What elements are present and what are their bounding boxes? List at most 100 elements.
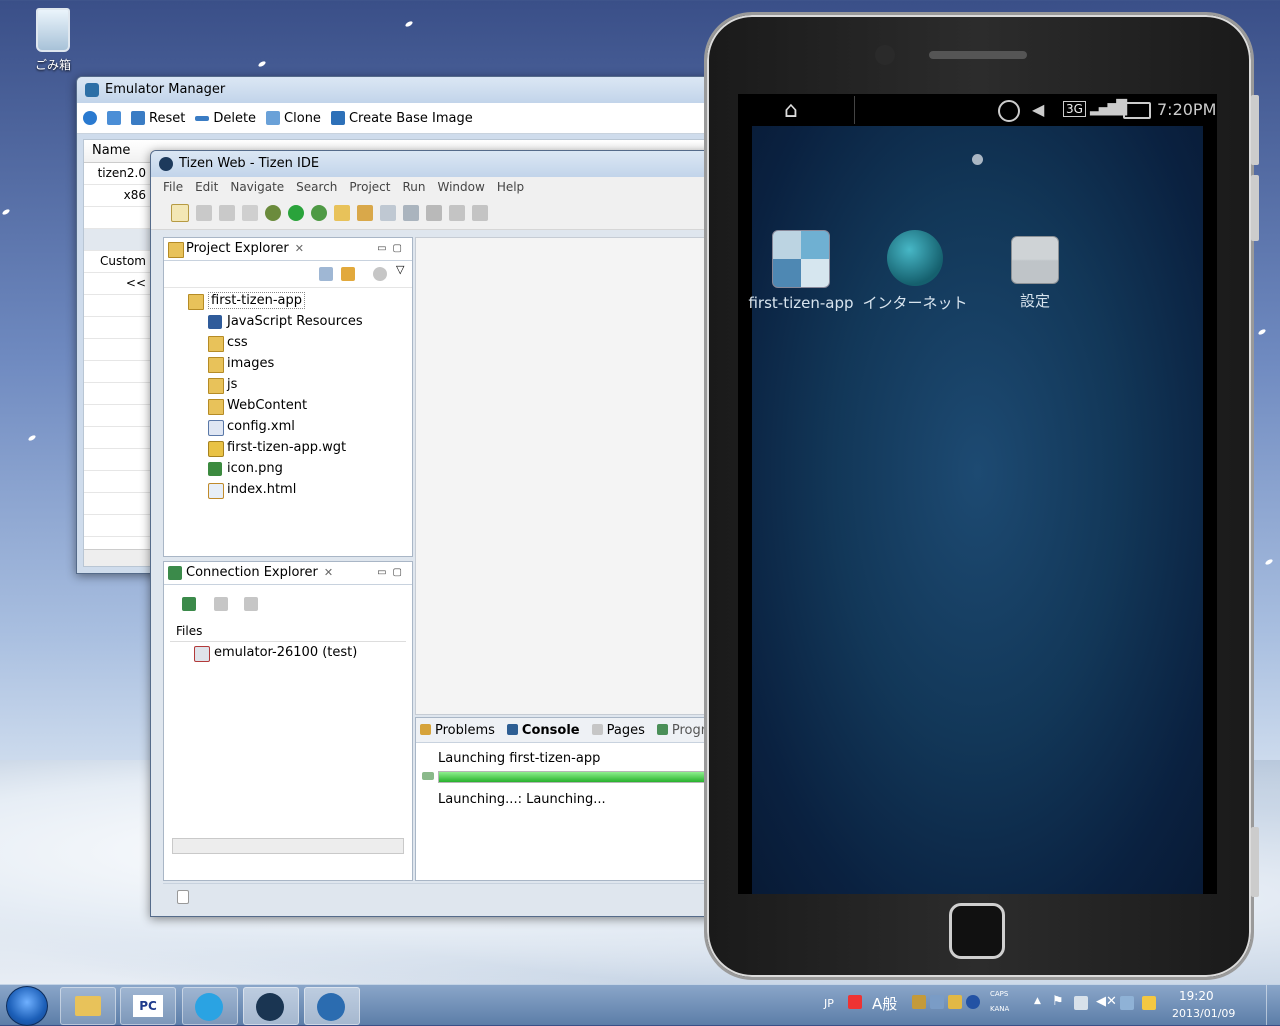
tree-item[interactable]: js <box>164 374 412 395</box>
volume-muted-icon[interactable]: ◀✕ <box>1096 994 1117 1009</box>
connection-horizontal-scrollbar[interactable] <box>172 838 404 854</box>
phone-homescreen[interactable]: first-tizen-app インターネット 設定 <box>748 126 1203 894</box>
phone-screen[interactable]: ⌂ ◀ 3G ▂▄▆█ 7:20PM first-tizen-app インターネ… <box>738 94 1217 894</box>
menu-help[interactable]: Help <box>491 180 530 194</box>
save-all-icon[interactable] <box>219 205 235 221</box>
tizen-ide-window[interactable]: Tizen Web - Tizen IDE File Edit Navigate… <box>150 150 732 917</box>
taskbar-tizen-ide[interactable] <box>243 987 299 1025</box>
print-icon[interactable] <box>242 205 258 221</box>
tree-item[interactable]: WebContent <box>164 395 412 416</box>
emulator-row[interactable]: x86 <box>84 185 150 207</box>
emulator-row[interactable]: tizen2.0 <box>84 163 150 185</box>
save-icon[interactable] <box>196 205 212 221</box>
tree-item[interactable]: css <box>164 332 412 353</box>
run-external-icon[interactable] <box>311 205 327 221</box>
clock-date[interactable]: 2013/01/09 <box>1172 1007 1235 1020</box>
clone-button[interactable]: Clone <box>266 111 321 126</box>
menu-file[interactable]: File <box>157 180 189 194</box>
network-icon[interactable] <box>1074 996 1088 1010</box>
delete-button[interactable]: Delete <box>195 111 256 126</box>
device-item[interactable]: emulator-26100 (test) <box>164 642 412 663</box>
fast-view-icon[interactable] <box>177 890 189 904</box>
volume-button[interactable] <box>1251 95 1259 165</box>
close-icon[interactable]: ✕ <box>295 242 304 255</box>
new-file-icon[interactable] <box>171 204 189 222</box>
wand-icon[interactable] <box>357 205 373 221</box>
horizontal-scrollbar[interactable] <box>84 549 150 566</box>
tab-project-explorer[interactable]: Project Explorer ✕ ▭▢ <box>164 238 412 261</box>
ime-tool-icon[interactable] <box>912 995 926 1009</box>
emulator-manager-titlebar[interactable]: Emulator Manager <box>77 77 717 103</box>
layout-icon[interactable] <box>380 205 396 221</box>
home-icon[interactable]: ⌂ <box>784 98 798 123</box>
connect-icon[interactable] <box>182 597 196 611</box>
camera-button[interactable] <box>1251 827 1259 897</box>
recycle-bin-desktop-icon[interactable]: ごみ箱 <box>28 8 78 73</box>
tree-item[interactable]: JavaScript Resources <box>164 311 412 332</box>
tree-item[interactable]: config.xml <box>164 416 412 437</box>
emulator-row[interactable]: Custom <box>84 251 150 273</box>
package-file-icon <box>208 441 224 457</box>
nav-prev-icon[interactable] <box>472 205 488 221</box>
open-folder-icon[interactable] <box>334 205 350 221</box>
package-icon[interactable] <box>426 205 442 221</box>
power-button[interactable] <box>1251 175 1259 241</box>
create-base-image-button[interactable]: Create Base Image <box>330 111 473 126</box>
ime-dictionary-icon[interactable] <box>930 995 944 1009</box>
view-menu-chevron-down-icon[interactable]: ▽ <box>396 263 404 276</box>
tab-problems[interactable]: Problems <box>416 723 501 738</box>
ime-pad-icon[interactable] <box>848 995 862 1009</box>
taskbar-skype[interactable] <box>182 987 238 1025</box>
show-hidden-icons-chevron-up-icon[interactable]: ▲ <box>1034 996 1041 1006</box>
collapse-all-icon[interactable] <box>319 267 333 281</box>
drive-icon[interactable] <box>1142 996 1156 1010</box>
menu-window[interactable]: Window <box>431 180 490 194</box>
taskbar-pc-app[interactable]: PC <box>120 987 176 1025</box>
app-settings[interactable]: 設定 <box>980 230 1090 311</box>
menu-edit[interactable]: Edit <box>189 180 224 194</box>
debug-icon[interactable] <box>265 205 281 221</box>
menu-navigate[interactable]: Navigate <box>224 180 290 194</box>
app-first-tizen-app[interactable]: first-tizen-app <box>746 230 856 312</box>
ime-settings-icon[interactable] <box>948 995 962 1009</box>
push-file-icon[interactable] <box>214 597 228 611</box>
help-icon[interactable] <box>966 995 980 1009</box>
tree-item[interactable]: first-tizen-app.wgt <box>164 437 412 458</box>
show-desktop-button[interactable] <box>1266 985 1280 1025</box>
nav-next-icon[interactable] <box>449 205 465 221</box>
filter-icon[interactable] <box>373 267 387 281</box>
tree-item-project-root[interactable]: first-tizen-app <box>164 290 412 311</box>
emulator-row[interactable]: << <box>84 273 150 295</box>
menu-project[interactable]: Project <box>343 180 396 194</box>
clock-time[interactable]: 19:20 <box>1179 989 1214 1003</box>
tree-item[interactable]: icon.png <box>164 458 412 479</box>
close-icon[interactable]: ✕ <box>324 566 333 579</box>
minimize-maximize-icons[interactable]: ▭▢ <box>377 562 408 584</box>
start-button[interactable] <box>6 986 48 1026</box>
flag-icon[interactable]: ⚑ <box>1052 994 1064 1009</box>
tab-connection-explorer[interactable]: Connection Explorer ✕ ▭▢ <box>164 562 412 585</box>
tab-pages[interactable]: Pages <box>586 723 651 738</box>
sync-icon[interactable] <box>1120 996 1134 1010</box>
link-editor-icon[interactable] <box>341 267 355 281</box>
ime-language[interactable]: JP <box>824 997 834 1010</box>
reset-button[interactable]: Reset <box>131 111 185 126</box>
pull-file-icon[interactable] <box>244 597 258 611</box>
app-internet[interactable]: インターネット <box>860 230 970 313</box>
menu-run[interactable]: Run <box>396 180 431 194</box>
tree-item[interactable]: index.html <box>164 479 412 500</box>
run-icon[interactable] <box>288 205 304 221</box>
info-icon[interactable] <box>83 111 97 125</box>
menu-search[interactable]: Search <box>290 180 343 194</box>
tizen-ide-titlebar[interactable]: Tizen Web - Tizen IDE <box>151 151 731 177</box>
taskbar-emulator-manager[interactable] <box>304 987 360 1025</box>
taskbar-explorer[interactable] <box>60 987 116 1025</box>
bug-icon[interactable] <box>403 205 419 221</box>
tree-item[interactable]: images <box>164 353 412 374</box>
tab-console[interactable]: Console <box>501 723 586 738</box>
refresh-icon[interactable] <box>107 111 121 125</box>
files-column-header[interactable]: Files <box>170 621 406 642</box>
minimize-maximize-icons[interactable]: ▭▢ <box>377 238 408 260</box>
ime-mode[interactable]: A般 <box>872 993 897 1014</box>
phone-home-button[interactable] <box>949 903 1005 959</box>
